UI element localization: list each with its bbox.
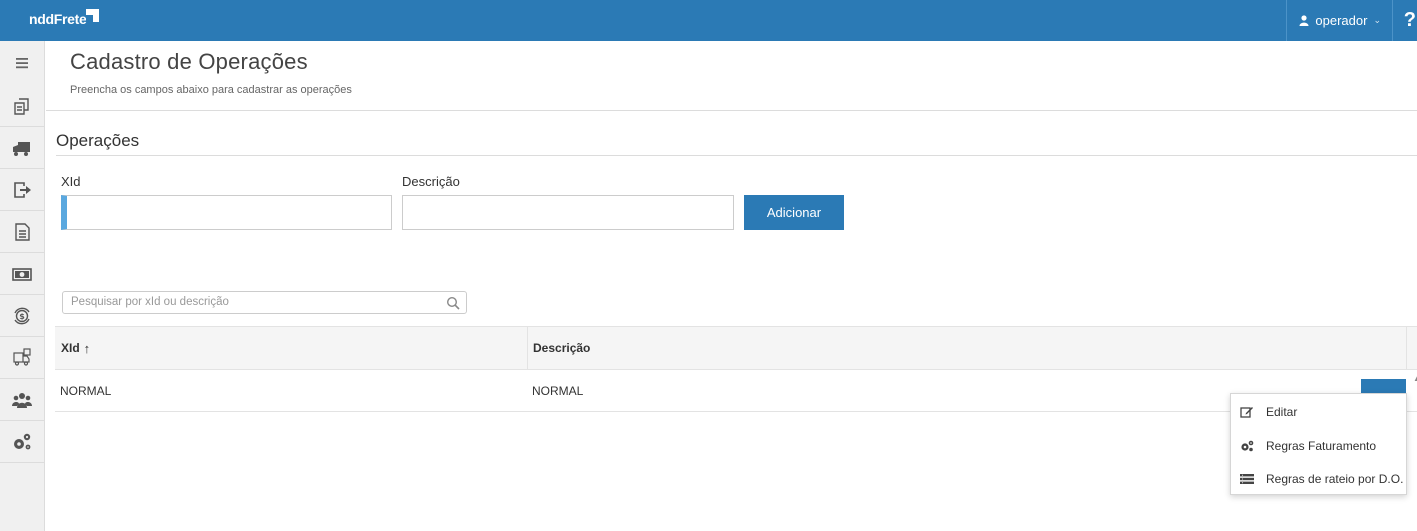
app-logo[interactable]: nddFrete bbox=[29, 11, 87, 27]
user-name: operador bbox=[1315, 13, 1368, 28]
svg-text:$: $ bbox=[19, 312, 25, 321]
sidebar-item-finance[interactable] bbox=[0, 253, 44, 295]
list-icon bbox=[1240, 472, 1254, 486]
column-header-descricao[interactable]: Descrição bbox=[533, 327, 590, 369]
file-text-icon bbox=[15, 222, 30, 241]
sidebar: $ bbox=[0, 41, 45, 531]
cell-descricao: NORMAL bbox=[532, 384, 584, 398]
truck-icon bbox=[13, 141, 30, 156]
search-input[interactable]: Pesquisar por xId ou descrição bbox=[62, 291, 467, 314]
gears-icon bbox=[14, 433, 31, 449]
sidebar-item-billing[interactable]: $ bbox=[0, 295, 44, 337]
page-subtitle: Preencha os campos abaixo para cadastrar… bbox=[70, 84, 352, 96]
help-button[interactable]: ? bbox=[1392, 0, 1417, 41]
menu-item-regras-rateio[interactable]: Regras de rateio por D.O. bbox=[1231, 464, 1408, 494]
header-divider bbox=[46, 110, 1417, 111]
truck-document-icon bbox=[13, 347, 31, 366]
search-placeholder: Pesquisar por xId ou descrição bbox=[71, 296, 229, 308]
menu-item-label: Regras Faturamento bbox=[1266, 439, 1377, 453]
table-header: XId ↑ Descrição bbox=[55, 326, 1417, 370]
user-icon bbox=[1299, 15, 1309, 26]
xid-input[interactable] bbox=[61, 195, 392, 230]
section-title: Operações bbox=[56, 131, 140, 150]
menu-item-label: Editar bbox=[1266, 405, 1298, 419]
edit-icon bbox=[1240, 405, 1254, 419]
sidebar-item-transport[interactable] bbox=[0, 127, 44, 169]
page-title: Cadastro de Operações bbox=[70, 49, 308, 74]
column-header-xid-label: XId bbox=[61, 341, 80, 355]
user-menu-button[interactable]: operador ⌄ bbox=[1286, 0, 1392, 41]
row-actions-menu: Editar Regras Faturamento Regras de rate… bbox=[1230, 393, 1407, 495]
gears-icon bbox=[1240, 439, 1254, 453]
cell-xid: NORMAL bbox=[60, 384, 112, 398]
sidebar-item-documents[interactable] bbox=[0, 85, 44, 127]
menu-item-editar[interactable]: Editar bbox=[1231, 397, 1408, 427]
sidebar-item-delivery[interactable] bbox=[0, 337, 44, 379]
table-row[interactable]: NORMAL NORMAL ▲ bbox=[55, 370, 1417, 412]
sidebar-item-settings[interactable] bbox=[0, 421, 44, 463]
section-divider bbox=[56, 155, 1417, 156]
money-cycle-icon: $ bbox=[14, 307, 30, 324]
topbar-actions: operador ⌄ ? bbox=[1286, 0, 1417, 41]
logo-mark-icon bbox=[86, 9, 99, 22]
sidebar-menu-toggle[interactable] bbox=[0, 41, 44, 85]
scroll-up-icon[interactable]: ▲ bbox=[1413, 374, 1417, 383]
xid-label: XId bbox=[61, 174, 81, 189]
descricao-input[interactable] bbox=[402, 195, 734, 230]
search-icon[interactable] bbox=[446, 296, 460, 310]
add-button[interactable]: Adicionar bbox=[744, 195, 844, 230]
column-header-xid[interactable]: XId ↑ bbox=[61, 327, 90, 369]
documents-icon bbox=[14, 97, 29, 115]
top-bar: nddFrete operador ⌄ ? bbox=[0, 0, 1417, 41]
column-divider bbox=[1406, 327, 1407, 369]
menu-icon bbox=[16, 58, 28, 69]
sort-asc-icon: ↑ bbox=[83, 340, 91, 356]
sidebar-item-exit[interactable] bbox=[0, 169, 44, 211]
money-icon bbox=[12, 267, 32, 281]
descricao-label: Descrição bbox=[402, 174, 460, 189]
chevron-down-icon: ⌄ bbox=[1373, 15, 1381, 25]
exit-icon bbox=[14, 181, 31, 198]
sidebar-item-users[interactable] bbox=[0, 379, 44, 421]
users-icon bbox=[12, 392, 32, 408]
menu-item-regras-faturamento[interactable]: Regras Faturamento bbox=[1231, 431, 1408, 461]
menu-item-label: Regras de rateio por D.O. bbox=[1266, 472, 1404, 486]
column-divider bbox=[527, 327, 528, 369]
sidebar-item-file[interactable] bbox=[0, 211, 44, 253]
